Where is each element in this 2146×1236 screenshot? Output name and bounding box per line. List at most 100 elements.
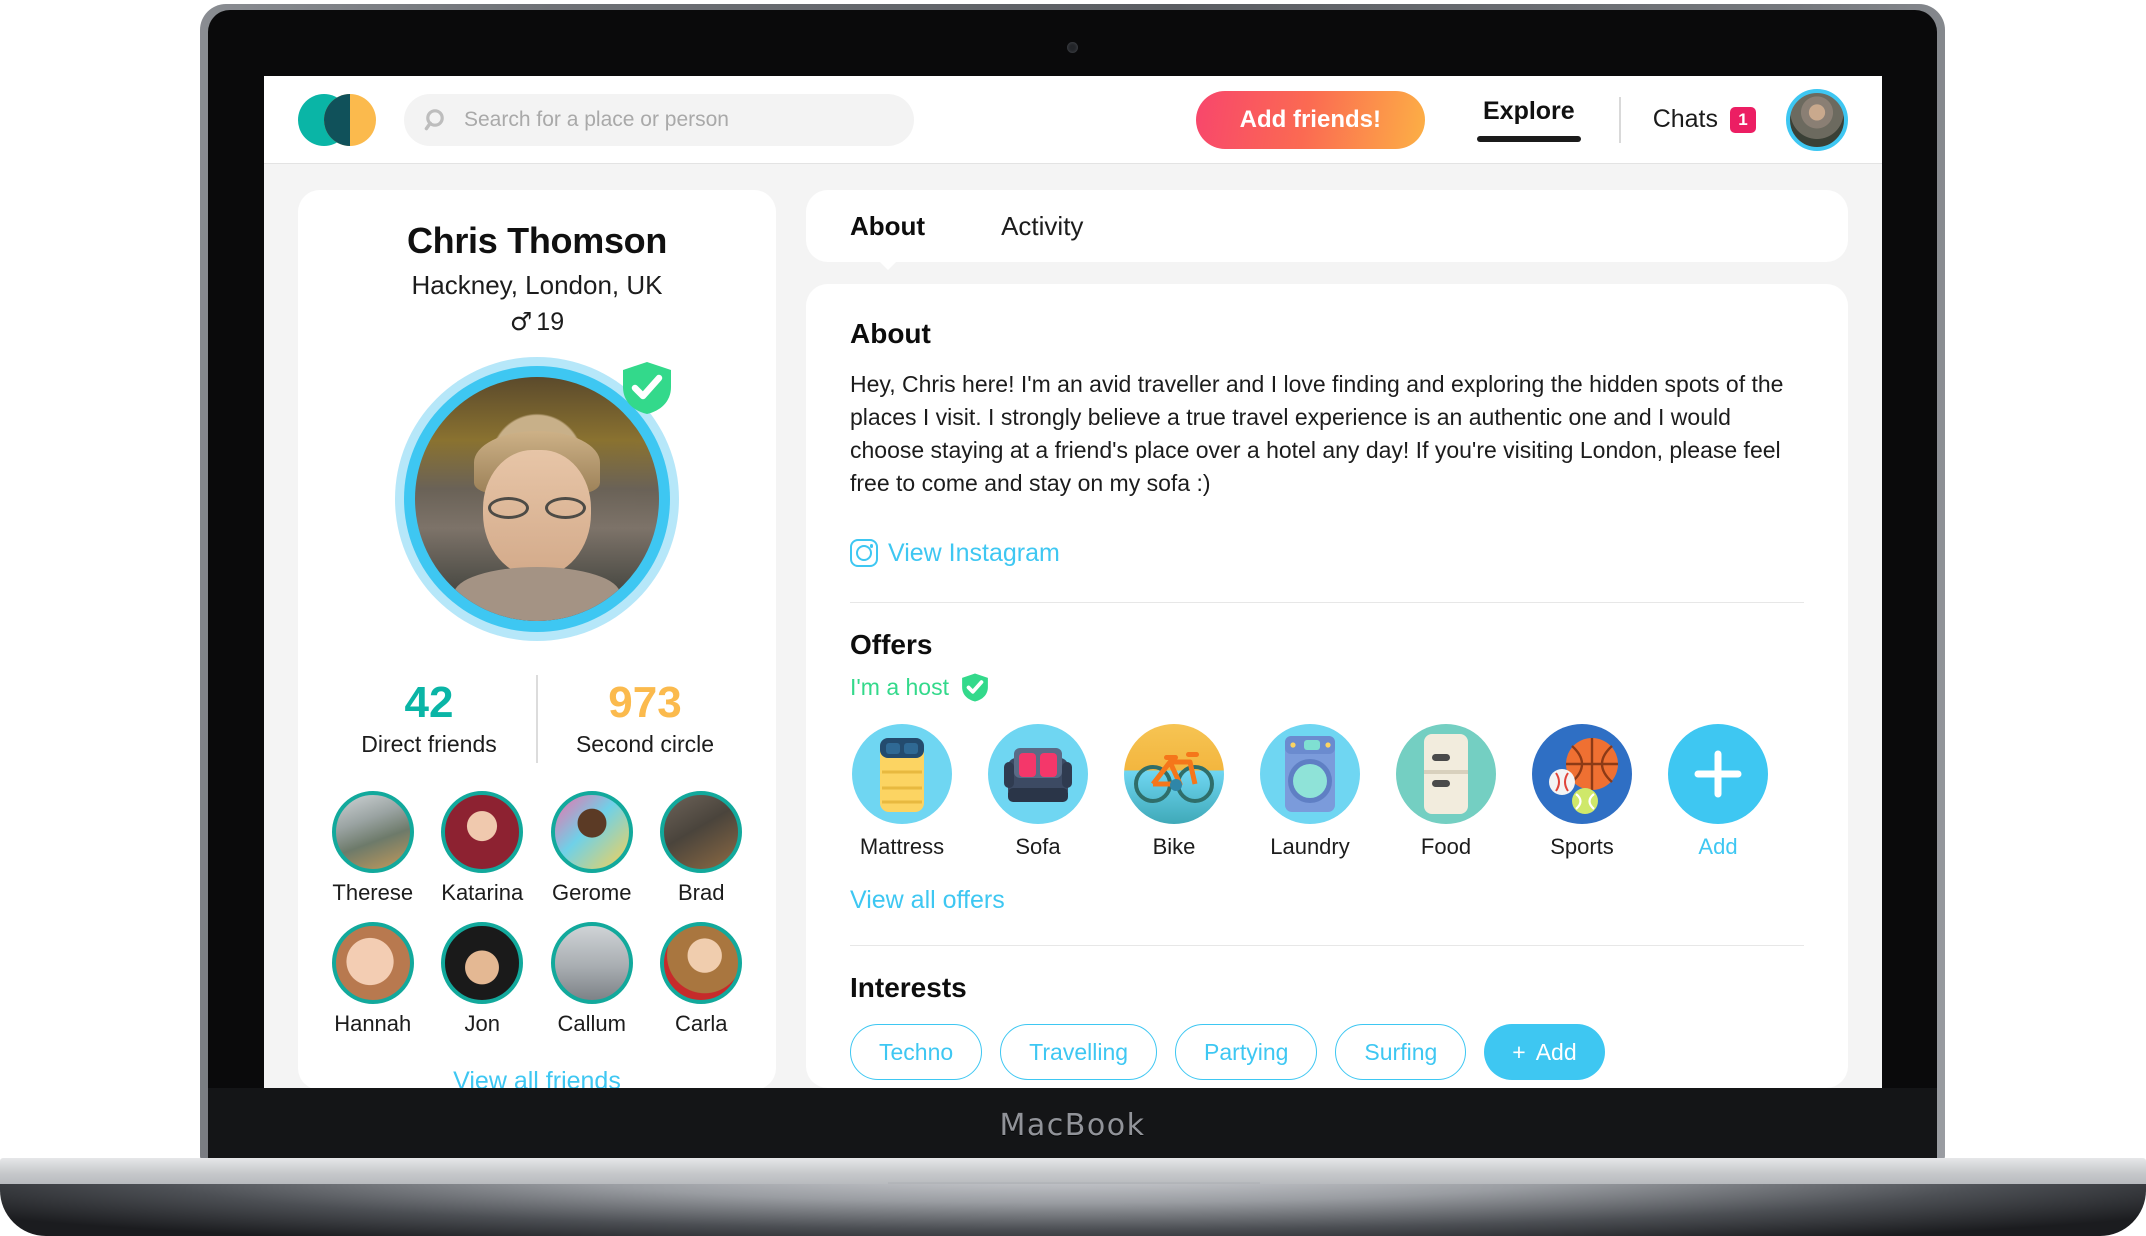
offer-add-button[interactable]: Add	[1666, 724, 1770, 860]
friend-name: Gerome	[552, 880, 632, 905]
friend-avatar	[660, 791, 743, 873]
friend-item[interactable]: Hannah	[322, 922, 424, 1037]
friend-name: Brad	[678, 880, 725, 905]
webcam-icon	[1067, 42, 1078, 53]
host-status: I'm a host	[850, 673, 1804, 702]
offers-section-title: Offers	[850, 629, 933, 660]
tab-about-label: About	[850, 210, 926, 241]
friend-avatar	[550, 791, 633, 873]
friend-avatar	[550, 922, 633, 1004]
sofa-icon	[988, 724, 1088, 824]
offer-label: Sports	[1550, 834, 1614, 859]
tab-activity-label: Activity	[1001, 210, 1084, 241]
stat-direct-friends: 42 Direct friends	[322, 680, 536, 757]
profile-name: Chris Thomson	[406, 220, 668, 261]
friend-name: Hannah	[334, 1011, 412, 1036]
right-column: About Activity About Hey, Chris here! I'…	[806, 190, 1848, 1088]
friend-item[interactable]: Katarina	[432, 791, 534, 906]
offer-label: Mattress	[859, 834, 945, 859]
laptop-base	[0, 1184, 2146, 1236]
offer-laundry[interactable]: Laundry	[1258, 724, 1362, 860]
current-user-avatar[interactable]	[1786, 88, 1848, 151]
header-actions: Add friends! Explore Chats 1	[1195, 88, 1848, 151]
plus-icon: +	[1512, 1038, 1526, 1065]
offer-food[interactable]: Food	[1394, 724, 1498, 860]
profile-age: 19	[536, 308, 565, 336]
laptop-bottom-bezel: MacBook	[208, 1088, 1937, 1162]
bike-icon	[1124, 724, 1224, 824]
stat-second-value: 973	[608, 678, 682, 728]
offer-label: Food	[1420, 834, 1472, 859]
macbook-wordmark: MacBook	[999, 1107, 1146, 1143]
search-icon	[424, 107, 450, 133]
stat-direct-label: Direct friends	[361, 730, 497, 757]
offer-label: Laundry	[1270, 834, 1350, 859]
add-friends-button[interactable]: Add friends!	[1195, 90, 1425, 149]
friend-avatar	[331, 791, 414, 873]
nav-item-explore[interactable]: Explore	[1471, 91, 1587, 148]
tab-about[interactable]: About	[850, 210, 926, 270]
nav-chats-label: Chats	[1652, 105, 1718, 133]
instagram-icon	[850, 539, 878, 567]
about-bio-text: Hey, Chris here! I'm an avid traveller a…	[850, 371, 1784, 496]
offer-bike[interactable]: Bike	[1122, 724, 1226, 860]
nav-active-underline	[1476, 136, 1581, 142]
search-input[interactable]	[462, 106, 894, 133]
content-card: About Hey, Chris here! I'm an avid trave…	[806, 284, 1848, 1088]
interests-section-title: Interests	[850, 972, 967, 1003]
host-verified-shield-icon	[962, 673, 988, 702]
app-logo-icon[interactable]	[298, 93, 376, 146]
friend-avatar	[660, 922, 743, 1004]
app-header: Add friends! Explore Chats 1	[264, 76, 1882, 164]
interest-pill[interactable]: Partying	[1175, 1024, 1318, 1080]
friend-item[interactable]: Carla	[651, 922, 753, 1037]
stat-direct-value: 42	[404, 678, 454, 728]
profile-stats: 42 Direct friends 973 Second circle	[322, 675, 752, 763]
offer-label: Sofa	[1015, 834, 1061, 859]
view-all-offers-link[interactable]: View all offers	[850, 886, 1005, 915]
offer-label: Bike	[1152, 834, 1196, 859]
friend-name: Callum	[557, 1011, 626, 1036]
friend-item[interactable]: Callum	[541, 922, 643, 1037]
laundry-icon	[1260, 724, 1360, 824]
friend-name: Jon	[464, 1011, 500, 1036]
interest-pill[interactable]: Surfing	[1335, 1024, 1467, 1080]
stat-second-label: Second circle	[575, 730, 715, 757]
friend-name: Katarina	[441, 880, 524, 905]
add-interest-button[interactable]: + Add	[1484, 1024, 1605, 1080]
search-box[interactable]	[404, 93, 914, 146]
nav-explore-label: Explore	[1482, 97, 1575, 125]
section-divider	[850, 945, 1804, 946]
plus-icon	[1668, 724, 1768, 824]
interests-row: Techno Travelling Partying Surfing + Add	[850, 1024, 1804, 1080]
friend-item[interactable]: Therese	[322, 791, 424, 906]
offer-sofa[interactable]: Sofa	[986, 724, 1090, 860]
offer-sports[interactable]: Sports	[1530, 724, 1634, 860]
profile-card: Chris Thomson Hackney, London, UK ♂ 19 4…	[298, 190, 776, 1088]
offer-mattress[interactable]: Mattress	[850, 724, 954, 860]
mattress-icon	[852, 724, 952, 824]
friend-avatar	[441, 922, 524, 1004]
tab-activity[interactable]: Activity	[1001, 211, 1083, 242]
interest-pill[interactable]: Travelling	[1000, 1024, 1158, 1080]
friend-item[interactable]: Gerome	[541, 791, 643, 906]
add-interest-label: Add	[1535, 1038, 1577, 1065]
friend-name: Therese	[332, 880, 414, 905]
view-instagram-link[interactable]: View Instagram	[850, 539, 1060, 568]
friend-item[interactable]: Brad	[651, 791, 753, 906]
view-all-friends-link[interactable]: View all friends	[322, 1067, 752, 1088]
nav-item-chats[interactable]: Chats 1	[1653, 105, 1756, 134]
macbook-mockup: Add friends! Explore Chats 1 Chris Thoms…	[0, 0, 2146, 1236]
profile-location: Hackney, London, UK	[411, 270, 663, 300]
friend-avatar	[441, 791, 524, 873]
interest-pill[interactable]: Techno	[850, 1024, 983, 1080]
verified-shield-icon	[623, 362, 671, 414]
fridge-icon	[1396, 724, 1496, 824]
tabs-bar: About Activity	[806, 190, 1848, 270]
friend-name: Carla	[674, 1011, 728, 1036]
about-section-title: About	[850, 318, 931, 349]
instagram-link-label: View Instagram	[888, 538, 1060, 567]
screen-viewport: Add friends! Explore Chats 1 Chris Thoms…	[264, 76, 1882, 1088]
tab-active-pointer	[874, 256, 901, 270]
friend-item[interactable]: Jon	[432, 922, 534, 1037]
